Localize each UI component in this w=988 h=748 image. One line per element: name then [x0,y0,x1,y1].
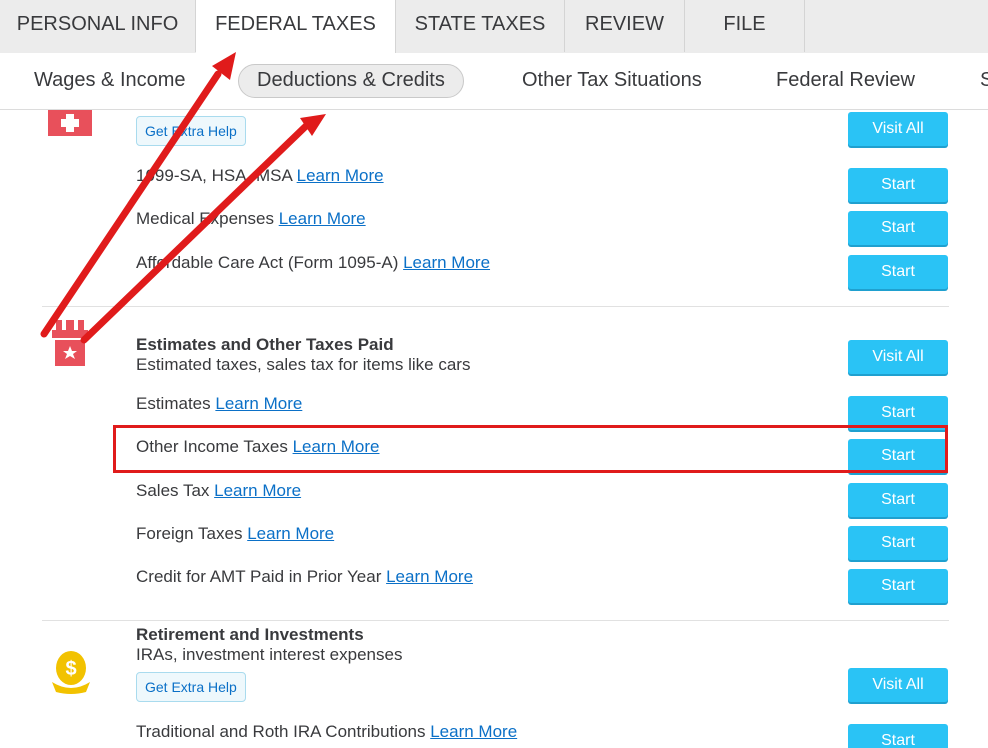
row-label: Medical Expenses [136,209,274,228]
row-affordable-care-act: Affordable Care Act (Form 1095-A) Learn … [136,253,490,273]
row-credit-amt: Credit for AMT Paid in Prior Year Learn … [136,567,473,587]
start-button-sales-tax[interactable]: Start [848,483,948,517]
row-ira-contributions: Traditional and Roth IRA Contributions L… [136,722,517,742]
tab-file[interactable]: FILE [685,0,805,52]
row-label: Sales Tax [136,481,210,500]
section-title-retirement: Retirement and Investments [136,625,364,644]
row-estimates: Estimates Learn More [136,394,302,414]
row-label: Other Income Taxes [136,437,288,456]
section-subtitle-estimates: Estimated taxes, sales tax for items lik… [136,355,471,374]
subnav-federal-review[interactable]: Federal Review [776,53,915,109]
learn-more-link[interactable]: Learn More [430,722,517,741]
row-label: Estimates [136,394,211,413]
start-button-foreign-taxes[interactable]: Start [848,526,948,560]
start-button-affordable-care-act[interactable]: Start [848,255,948,289]
row-medical-expenses: Medical Expenses Learn More [136,209,366,229]
row-label: Traditional and Roth IRA Contributions [136,722,426,741]
subnav-other-tax-situations[interactable]: Other Tax Situations [522,53,702,109]
learn-more-link[interactable]: Learn More [386,567,473,586]
learn-more-link[interactable]: Learn More [297,166,384,185]
arrow-to-deductions-credits [80,122,310,344]
subnav-deductions-credits[interactable]: Deductions & Credits [238,64,464,98]
section-divider [42,620,949,621]
row-1099-sa: 1099-SA, HSA, MSA Learn More [136,166,384,186]
learn-more-link[interactable]: Learn More [293,437,380,456]
row-sales-tax: Sales Tax Learn More [136,481,301,501]
section-divider [42,306,949,307]
row-foreign-taxes: Foreign Taxes Learn More [136,524,334,544]
start-button-1099-sa[interactable]: Start [848,168,948,202]
estimates-visit-all-button[interactable]: Visit All [848,340,948,374]
start-button-estimates[interactable]: Start [848,396,948,430]
tab-federal-taxes[interactable]: FEDERAL TAXES [196,0,396,54]
top-tab-bar: PERSONAL INFO FEDERAL TAXES STATE TAXES … [0,0,988,54]
money-bag-icon: $ [50,650,92,694]
learn-more-link[interactable]: Learn More [403,253,490,272]
health-get-extra-help-button[interactable]: Get Extra Help [136,116,246,146]
health-visit-all-button[interactable]: Visit All [848,112,948,146]
row-label: Foreign Taxes [136,524,243,543]
learn-more-link[interactable]: Learn More [215,394,302,413]
tab-state-taxes[interactable]: STATE TAXES [396,0,565,52]
row-label: 1099-SA, HSA, MSA [136,166,292,185]
start-button-other-income-taxes[interactable]: Start [848,439,948,473]
row-label: Affordable Care Act (Form 1095-A) [136,253,399,272]
subnav-next-partial[interactable]: S [980,53,988,109]
row-other-income-taxes: Other Income Taxes Learn More [136,437,380,457]
learn-more-link[interactable]: Learn More [214,481,301,500]
arrowhead-deductions-credits [300,114,326,136]
sub-nav: Wages & Income Deductions & Credits Othe… [0,53,988,110]
start-button-credit-amt[interactable]: Start [848,569,948,603]
svg-text:$: $ [65,658,76,680]
section-title-estimates: Estimates and Other Taxes Paid [136,335,394,354]
retirement-get-extra-help-button[interactable]: Get Extra Help [136,672,246,702]
subnav-wages-income[interactable]: Wages & Income [34,53,186,109]
row-label: Credit for AMT Paid in Prior Year [136,567,382,586]
gift-box-icon [52,320,88,366]
start-button-medical-expenses[interactable]: Start [848,211,948,245]
retirement-visit-all-button[interactable]: Visit All [848,668,948,702]
tab-personal-info[interactable]: PERSONAL INFO [0,0,196,52]
medical-cross-icon [48,110,92,136]
page: PERSONAL INFO FEDERAL TAXES STATE TAXES … [0,0,988,748]
section-subtitle-retirement: IRAs, investment interest expenses [136,645,403,664]
learn-more-link[interactable]: Learn More [279,209,366,228]
tab-review[interactable]: REVIEW [565,0,685,52]
start-button-ira-contributions[interactable]: Start [848,724,948,748]
learn-more-link[interactable]: Learn More [247,524,334,543]
